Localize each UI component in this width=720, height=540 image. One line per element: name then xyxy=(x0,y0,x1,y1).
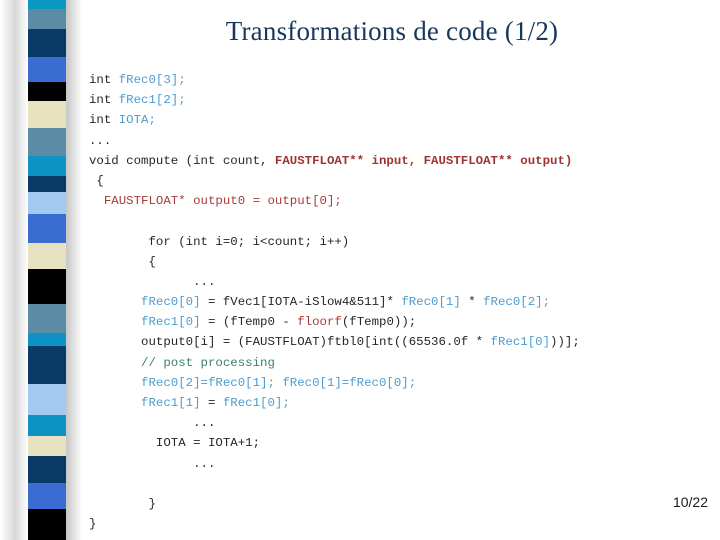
code-token-plain: (fTemp0)); xyxy=(341,315,417,330)
code-token-plain: } xyxy=(89,496,156,511)
code-token-plain: for (int i=0; i<count; i++) xyxy=(89,234,350,249)
stripe-band xyxy=(28,82,66,101)
code-token-blue: fRec1[0]; xyxy=(222,396,290,410)
code-token-green: // post processing xyxy=(89,355,275,370)
code-line: output0[i] = (FAUSTFLOAT)ftbl0[int((6553… xyxy=(89,332,704,352)
stripe-band xyxy=(28,155,66,176)
stripe-band xyxy=(28,128,66,156)
stripe-band xyxy=(28,483,66,509)
code-token-plain: int xyxy=(89,73,119,87)
code-token-plain: } xyxy=(89,517,97,532)
code-token-plain: int xyxy=(89,113,119,128)
code-token-plain: ))]; xyxy=(550,335,580,350)
code-token-plain: = (fTemp0 - xyxy=(207,315,298,330)
code-line: fRec1[1] = fRec1[0]; xyxy=(89,393,704,413)
code-token-blue: fRec0[1] xyxy=(401,295,469,310)
code-token-red2: FAUSTFLOAT* output0 = output[0]; xyxy=(89,194,342,209)
code-line: ... xyxy=(89,454,704,474)
code-line: int fRec0[3]; xyxy=(89,70,704,90)
code-line: fRec0[2]=fRec0[1]; fRec0[1]=fRec0[0]; xyxy=(89,373,704,393)
code-token-blue: fRec0[0] xyxy=(89,295,208,310)
code-line: } xyxy=(89,514,704,534)
stripe-band xyxy=(28,345,66,385)
code-line: void compute (int count, FAUSTFLOAT** in… xyxy=(89,151,704,171)
stripe-band xyxy=(28,175,66,193)
code-token-blue: fRec0[3]; xyxy=(118,73,186,87)
stripe-band xyxy=(28,29,66,57)
decorative-stripe-column xyxy=(0,0,82,540)
stripe-band xyxy=(28,333,66,346)
code-line: IOTA = IOTA+1; xyxy=(89,433,704,453)
code-line: { xyxy=(89,171,704,191)
code-token-plain: { xyxy=(89,254,156,269)
code-token-plain: ... xyxy=(89,133,112,148)
code-token-plain: output0[i] = (FAUSTFLOAT)ftbl0[int((6553… xyxy=(89,335,491,350)
stripe-band xyxy=(28,100,66,129)
code-token-blue: fRec0[2]=fRec0[1]; fRec0[1]=fRec0[0]; xyxy=(89,375,417,390)
code-line: FAUSTFLOAT* output0 = output[0]; xyxy=(89,191,704,211)
code-token-plain: ... xyxy=(89,416,216,431)
stripe-band xyxy=(28,9,66,30)
code-token-blue: fRec1[0] xyxy=(89,315,208,330)
code-token-plain: = fVec1[IOTA-iSlow4&511]* xyxy=(207,295,402,310)
stripe-left-shadow xyxy=(0,0,28,540)
code-token-blue: fRec1[1] xyxy=(89,396,208,410)
stripe-band xyxy=(28,435,66,456)
code-line: int fRec1[2]; xyxy=(89,90,704,110)
stripe-band xyxy=(28,0,66,10)
code-listing: int fRec0[3]; int fRec1[2]; int IOTA;... vo… xyxy=(89,70,704,534)
code-token-plain: { xyxy=(89,173,104,188)
code-line: } xyxy=(89,494,704,514)
stripe-band xyxy=(28,415,66,436)
code-token-red2: floorf xyxy=(297,315,342,330)
code-token-blue: IOTA; xyxy=(118,113,156,128)
stripe-right-shadow xyxy=(64,0,82,540)
stripe-band xyxy=(28,384,66,416)
stripe-band xyxy=(28,508,66,540)
page-number: 10/22 xyxy=(672,494,708,510)
code-line: ... xyxy=(89,272,704,292)
code-token-plain: ... xyxy=(89,456,216,471)
code-line: int IOTA; xyxy=(89,110,704,130)
code-token-blue: fRec1[2]; xyxy=(118,93,186,108)
code-line: fRec1[0] = (fTemp0 - floorf(fTemp0)); xyxy=(89,312,704,332)
stripe-band xyxy=(28,214,66,244)
code-line: ... xyxy=(89,413,704,433)
stripe-band xyxy=(28,243,66,270)
stripe-band xyxy=(28,192,66,215)
code-line: { xyxy=(89,252,704,272)
code-token-blue: fRec1[0] xyxy=(490,335,551,350)
code-token-plain: int xyxy=(89,93,119,108)
code-line: fRec0[0] = fVec1[IOTA-iSlow4&511]* fRec0… xyxy=(89,292,704,312)
stripe-band xyxy=(28,303,66,334)
stripe-band xyxy=(28,455,66,484)
code-line: for (int i=0; i<count; i++) xyxy=(89,232,704,252)
code-line: // post processing xyxy=(89,353,704,373)
code-token-plain: * xyxy=(468,295,484,310)
code-token-plain: = xyxy=(207,396,223,410)
code-token-red: FAUSTFLOAT** input, FAUSTFLOAT** output) xyxy=(274,153,573,168)
stripe-band xyxy=(28,56,66,83)
code-token-plain: ... xyxy=(89,274,216,289)
code-line: ... xyxy=(89,131,704,151)
code-token-blue: fRec0[2]; xyxy=(483,295,551,310)
stripe-stack xyxy=(28,0,66,540)
code-token-plain: IOTA = IOTA+1; xyxy=(89,436,261,451)
slide-title: Transformations de code (1/2) xyxy=(225,16,559,46)
stripe-band xyxy=(28,269,66,304)
code-token-plain: void compute (int count, xyxy=(89,153,275,168)
